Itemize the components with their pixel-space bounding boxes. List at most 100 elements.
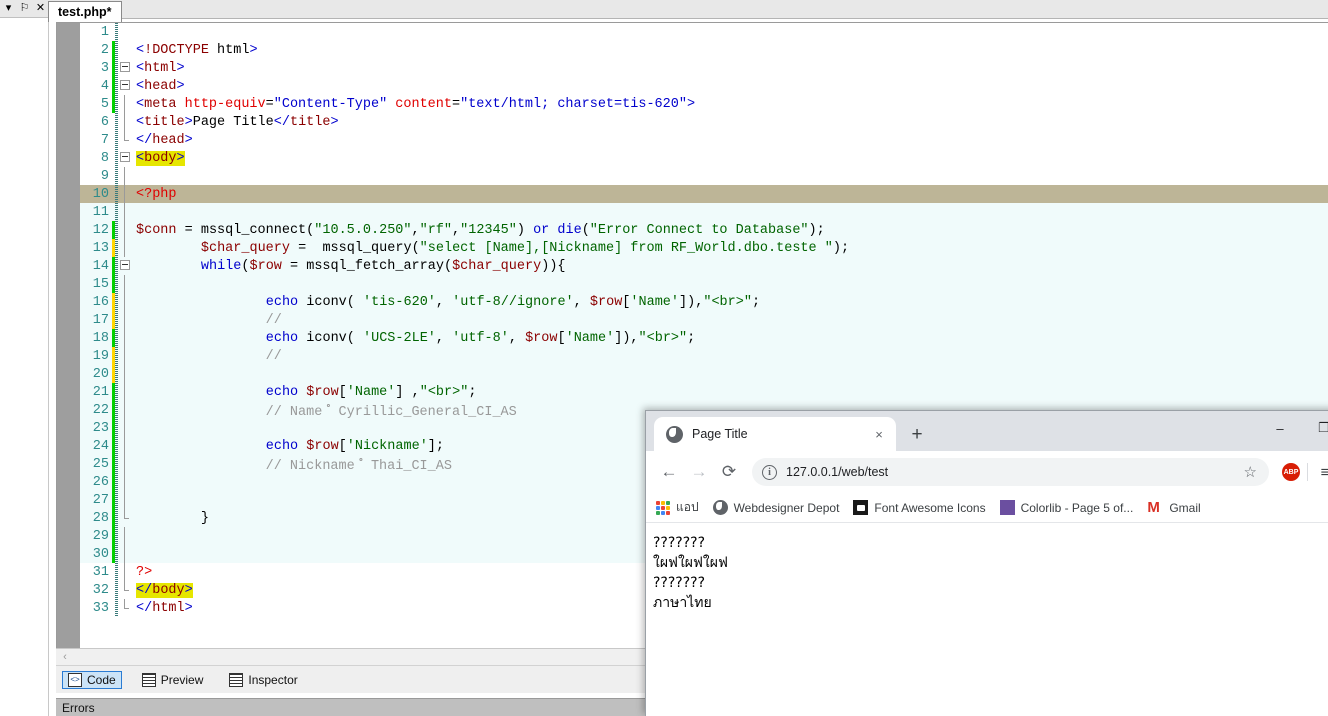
line-number: 25 bbox=[80, 457, 112, 472]
fold-guide-line bbox=[124, 491, 125, 509]
fold-column[interactable] bbox=[118, 149, 132, 167]
maximize-button[interactable]: ❐ bbox=[1302, 411, 1328, 445]
code-line[interactable]: 8<body> bbox=[80, 149, 1328, 167]
code-line[interactable]: 11 bbox=[80, 203, 1328, 221]
view-button-preview[interactable]: Preview bbox=[136, 671, 210, 689]
fold-column[interactable] bbox=[118, 23, 132, 41]
fold-column[interactable] bbox=[118, 563, 132, 581]
code-line[interactable]: 3<html> bbox=[80, 59, 1328, 77]
forward-button[interactable]: → bbox=[684, 457, 714, 487]
browser-tabstrip: Page Title × + – ❐ bbox=[646, 411, 1328, 451]
fold-collapse-icon[interactable] bbox=[120, 260, 130, 270]
code-line[interactable]: 15 bbox=[80, 275, 1328, 293]
line-number: 20 bbox=[80, 367, 112, 382]
fold-column[interactable] bbox=[118, 383, 132, 401]
fold-column[interactable] bbox=[118, 329, 132, 347]
bookmark-label: Webdesigner Depot bbox=[734, 501, 840, 515]
fold-column[interactable] bbox=[118, 41, 132, 59]
fold-column[interactable] bbox=[118, 275, 132, 293]
code-text: </head> bbox=[132, 133, 193, 148]
fold-guide-line bbox=[124, 401, 125, 419]
reload-button[interactable]: ⟳ bbox=[714, 457, 744, 487]
code-line[interactable]: 2<!DOCTYPE html> bbox=[80, 41, 1328, 59]
bookmark-star-icon[interactable]: ☆ bbox=[1244, 463, 1257, 481]
browser-menu-icon[interactable]: ≡ bbox=[1312, 459, 1328, 485]
fold-column[interactable] bbox=[118, 509, 132, 527]
fold-column[interactable] bbox=[118, 131, 132, 149]
fold-column[interactable] bbox=[118, 185, 132, 203]
browser-tab-page-title[interactable]: Page Title × bbox=[654, 417, 896, 451]
line-number: 24 bbox=[80, 439, 112, 454]
code-line[interactable]: 13 $char_query = mssql_query("select [Na… bbox=[80, 239, 1328, 257]
fold-column[interactable] bbox=[118, 311, 132, 329]
bookmark-item[interactable]: แอป bbox=[656, 498, 699, 517]
fold-collapse-icon[interactable] bbox=[120, 152, 130, 162]
fold-column[interactable] bbox=[118, 401, 132, 419]
fold-column[interactable] bbox=[118, 59, 132, 77]
bookmark-item[interactable]: MGmail bbox=[1147, 501, 1200, 515]
fold-column[interactable] bbox=[118, 599, 132, 617]
code-line[interactable]: 20 bbox=[80, 365, 1328, 383]
fold-column[interactable] bbox=[118, 455, 132, 473]
code-line[interactable]: 9 bbox=[80, 167, 1328, 185]
back-button[interactable]: ← bbox=[654, 457, 684, 487]
bookmark-item[interactable]: Webdesigner Depot bbox=[713, 500, 840, 515]
scroll-left-icon[interactable]: ‹ bbox=[58, 650, 72, 664]
code-line[interactable]: 7 </head> bbox=[80, 131, 1328, 149]
chevron-down-icon[interactable]: ▾ bbox=[2, 2, 15, 16]
fold-column[interactable] bbox=[118, 545, 132, 563]
bookmark-item[interactable]: Colorlib - Page 5 of... bbox=[1000, 500, 1134, 515]
minimize-button[interactable]: – bbox=[1258, 411, 1302, 445]
fold-column[interactable] bbox=[118, 473, 132, 491]
line-number: 17 bbox=[80, 313, 112, 328]
fold-column[interactable] bbox=[118, 95, 132, 113]
adblock-plus-icon[interactable]: ABP bbox=[1282, 463, 1300, 481]
fold-column[interactable] bbox=[118, 221, 132, 239]
fold-column[interactable] bbox=[118, 365, 132, 383]
view-button-inspector[interactable]: Inspector bbox=[223, 671, 303, 689]
line-number: 7 bbox=[80, 133, 112, 148]
fold-collapse-icon[interactable] bbox=[120, 62, 130, 72]
code-line[interactable]: 14 while($row = mssql_fetch_array($char_… bbox=[80, 257, 1328, 275]
line-number: 18 bbox=[80, 331, 112, 346]
fold-column[interactable] bbox=[118, 581, 132, 599]
fold-column[interactable] bbox=[118, 113, 132, 131]
code-line[interactable]: 19 // bbox=[80, 347, 1328, 365]
inspector-icon bbox=[229, 673, 243, 687]
code-line[interactable]: 1 bbox=[80, 23, 1328, 41]
fold-column[interactable] bbox=[118, 527, 132, 545]
code-line[interactable]: 10<?php bbox=[80, 185, 1328, 203]
view-button-code[interactable]: <> Code bbox=[62, 671, 122, 689]
address-bar-url[interactable]: 127.0.0.1/web/test bbox=[786, 465, 888, 479]
code-line[interactable]: 18 echo iconv( 'UCS-2LE', 'utf-8', $row[… bbox=[80, 329, 1328, 347]
editor-tab-test-php[interactable]: test.php* bbox=[48, 1, 122, 22]
code-text: while($row = mssql_fetch_array($char_que… bbox=[132, 259, 566, 274]
fold-column[interactable] bbox=[118, 419, 132, 437]
code-line[interactable]: 16 echo iconv( 'tis-620', 'utf-8//ignore… bbox=[80, 293, 1328, 311]
google-apps-grid-icon bbox=[656, 501, 670, 515]
fold-column[interactable] bbox=[118, 203, 132, 221]
fold-column[interactable] bbox=[118, 437, 132, 455]
code-line[interactable]: 6<title>Page Title</title> bbox=[80, 113, 1328, 131]
pin-icon[interactable]: ⚐ bbox=[18, 2, 31, 16]
fold-column[interactable] bbox=[118, 491, 132, 509]
address-bar[interactable]: i 127.0.0.1/web/test ☆ bbox=[752, 458, 1269, 486]
new-tab-button[interactable]: + bbox=[904, 422, 930, 448]
site-info-icon[interactable]: i bbox=[762, 465, 777, 480]
close-icon[interactable]: × bbox=[870, 425, 888, 443]
close-icon[interactable]: ✕ bbox=[34, 2, 47, 16]
fold-column[interactable] bbox=[118, 347, 132, 365]
code-line[interactable]: 5<meta http-equiv="Content-Type" content… bbox=[80, 95, 1328, 113]
code-line[interactable]: 4<head> bbox=[80, 77, 1328, 95]
browser-window[interactable]: Page Title × + – ❐ ← → ⟳ i 127.0.0.1/web… bbox=[645, 410, 1328, 716]
bookmark-item[interactable]: Font Awesome Icons bbox=[853, 500, 985, 515]
code-line[interactable]: 17 // bbox=[80, 311, 1328, 329]
globe-favicon-icon bbox=[666, 426, 683, 443]
fold-collapse-icon[interactable] bbox=[120, 80, 130, 90]
fold-column[interactable] bbox=[118, 293, 132, 311]
code-line[interactable]: 12$conn = mssql_connect("10.5.0.250","rf… bbox=[80, 221, 1328, 239]
fold-column[interactable] bbox=[118, 77, 132, 95]
fold-column[interactable] bbox=[118, 239, 132, 257]
fold-column[interactable] bbox=[118, 257, 132, 275]
fold-column[interactable] bbox=[118, 167, 132, 185]
